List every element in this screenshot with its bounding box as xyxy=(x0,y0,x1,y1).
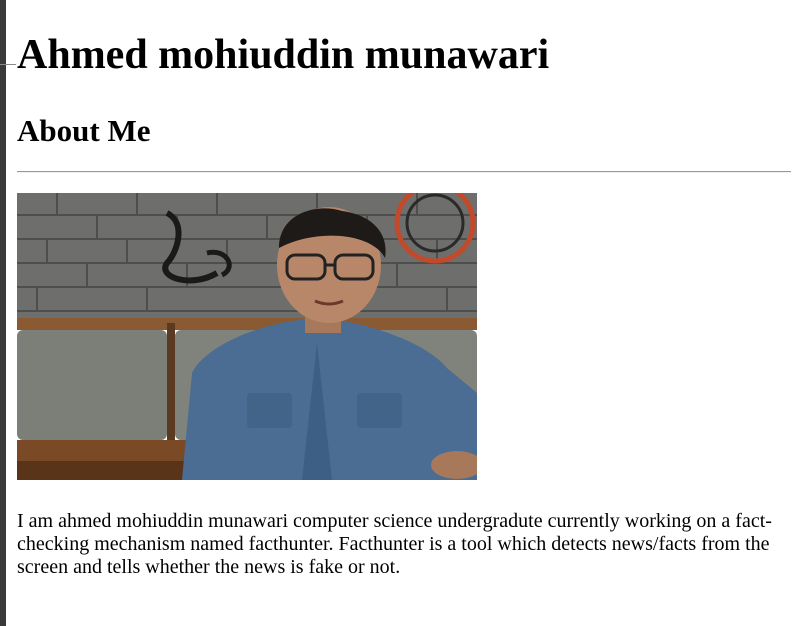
section-heading-about: About Me xyxy=(17,113,151,148)
window-edge-notch xyxy=(0,64,16,65)
horizontal-rule xyxy=(17,171,791,173)
page-title: Ahmed mohiuddin munawari xyxy=(17,32,550,78)
window-left-edge xyxy=(0,0,6,626)
profile-photo xyxy=(17,193,477,480)
bio-paragraph: I am ahmed mohiuddin munawari computer s… xyxy=(17,510,772,578)
